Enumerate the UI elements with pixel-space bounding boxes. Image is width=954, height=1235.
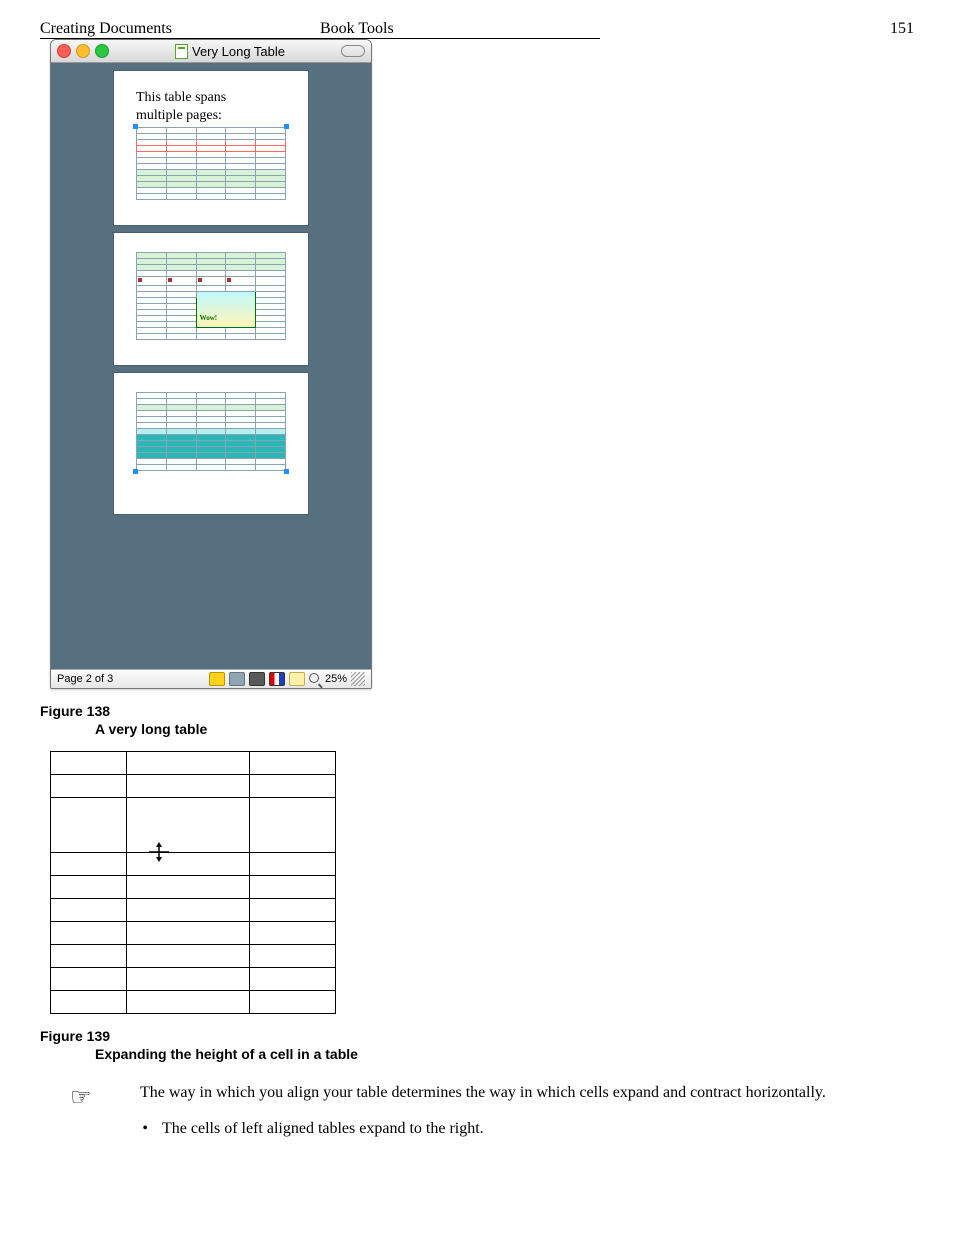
row-resize-cursor-icon[interactable]	[149, 842, 169, 862]
figure-title: A very long table	[95, 721, 914, 737]
header-rule	[40, 38, 600, 39]
window-titlebar[interactable]: Very Long Table	[51, 40, 371, 63]
window-title: Very Long Table	[192, 44, 285, 59]
resize-demo-table	[50, 751, 336, 1014]
note-block: ☞ The way in which you align your table …	[40, 1082, 914, 1114]
app-window: Very Long Table This table spans multipl…	[50, 39, 372, 689]
thumb-header	[136, 383, 286, 388]
flag-icon[interactable]	[269, 672, 285, 686]
figure-number: Figure 139	[40, 1028, 914, 1044]
selection-handle-icon[interactable]	[133, 124, 138, 129]
mini-table-1	[136, 127, 286, 200]
thumb-footer	[136, 206, 286, 211]
status-icon[interactable]	[229, 672, 245, 686]
thumb-header	[136, 243, 286, 248]
status-zoom[interactable]: 25%	[325, 673, 347, 685]
page-header: Creating Documents Book Tools 151	[40, 20, 914, 39]
minimize-icon[interactable]	[76, 44, 90, 58]
note-icon[interactable]	[289, 672, 305, 686]
figure-title: Expanding the height of a cell in a tabl…	[95, 1046, 914, 1062]
resize-grip-icon[interactable]	[351, 672, 365, 686]
figure-number: Figure 138	[40, 703, 914, 719]
note-text: The way in which you align your table de…	[140, 1082, 914, 1114]
window-statusbar: Page 2 of 3 25%	[51, 669, 371, 688]
header-page-number: 151	[600, 20, 914, 38]
selection-handle-icon[interactable]	[133, 469, 138, 474]
close-icon[interactable]	[57, 44, 71, 58]
thumb-header	[136, 81, 286, 86]
status-page[interactable]: Page 2 of 3	[57, 673, 113, 685]
wow-label: Wow!	[200, 314, 218, 322]
page-thumb-3[interactable]	[114, 373, 308, 514]
document-icon	[175, 44, 188, 59]
header-subsection: Book Tools	[320, 20, 600, 38]
table-caption-line1: This table spans	[136, 90, 286, 105]
thumb-footer	[136, 495, 286, 500]
mini-table-3	[136, 392, 286, 471]
header-section: Creating Documents	[40, 20, 320, 38]
bullet-marker: •	[40, 1120, 162, 1138]
table-caption-line2: multiple pages:	[136, 108, 286, 123]
traffic-lights	[57, 44, 109, 58]
toolbar-toggle-icon[interactable]	[341, 45, 365, 57]
mini-table-2: Wow!	[136, 252, 286, 340]
bullet-text: The cells of left aligned tables expand …	[162, 1120, 484, 1138]
page-thumb-1[interactable]: This table spans multiple pages:	[114, 71, 308, 225]
zoom-icon[interactable]	[95, 44, 109, 58]
page-thumb-2[interactable]: Wow!	[114, 233, 308, 365]
document-canvas[interactable]: This table spans multiple pages:	[51, 63, 371, 669]
thumb-footer	[136, 346, 286, 351]
magnifier-icon[interactable]	[309, 673, 321, 685]
selection-handle-icon[interactable]	[284, 124, 289, 129]
status-icon[interactable]	[209, 672, 225, 686]
selection-handle-icon[interactable]	[284, 469, 289, 474]
bullet-item: • The cells of left aligned tables expan…	[40, 1120, 914, 1138]
pointing-hand-icon: ☞	[40, 1082, 140, 1114]
status-icon[interactable]	[249, 672, 265, 686]
